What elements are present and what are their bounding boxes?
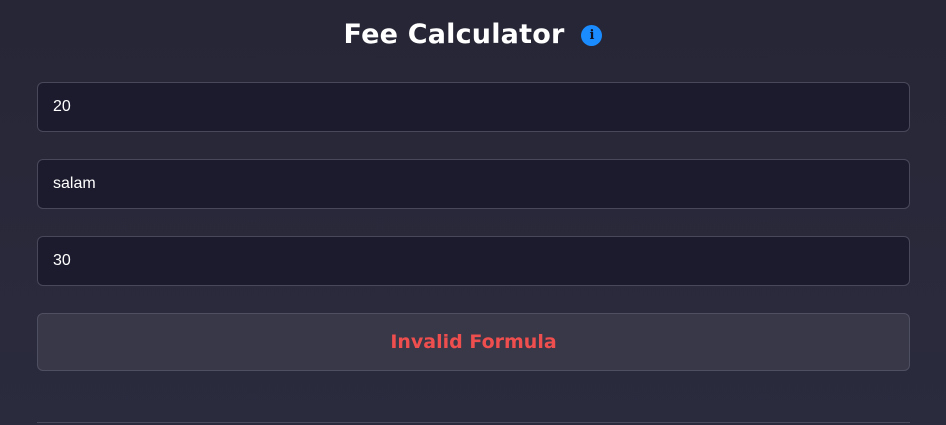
result-box: Invalid Formula <box>37 313 910 371</box>
formula-input[interactable] <box>37 159 910 209</box>
page-title: Fee Calculator <box>343 18 565 50</box>
header: Fee Calculator i <box>0 14 946 54</box>
info-glyph: i <box>589 28 595 43</box>
result-message: Invalid Formula <box>390 331 557 353</box>
rate-input[interactable] <box>37 236 910 286</box>
divider <box>37 422 910 423</box>
info-icon[interactable]: i <box>581 25 603 46</box>
amount-input[interactable] <box>37 82 910 132</box>
